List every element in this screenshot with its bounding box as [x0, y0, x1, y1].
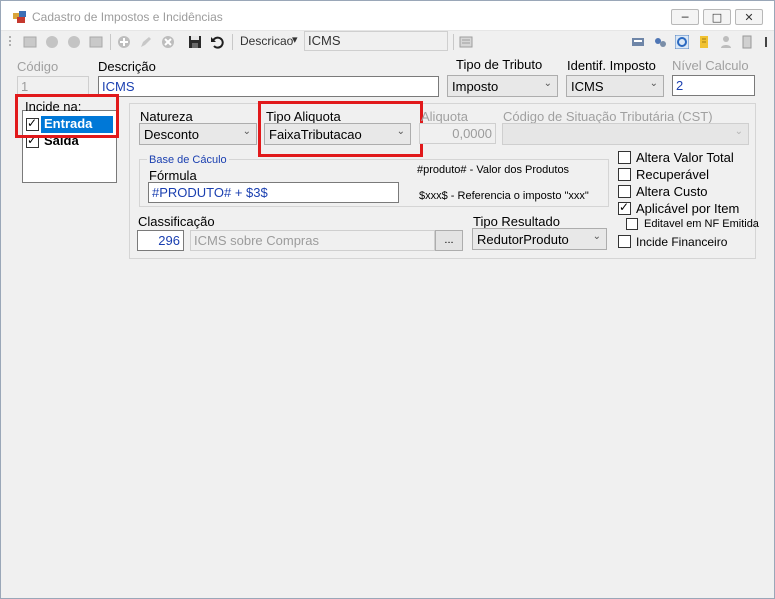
formula-input[interactable]: #PRODUTO# + $3$ [148, 182, 399, 203]
aliquota-field[interactable]: 0,0000 [419, 123, 496, 144]
save-icon[interactable] [188, 35, 202, 49]
classificacao-code-field[interactable]: 296 [137, 230, 184, 251]
tipo-resultado-label: Tipo Resultado [473, 214, 560, 229]
search-input[interactable]: ICMS [304, 31, 448, 51]
altera-valor-total-label[interactable]: Altera Valor Total [636, 150, 734, 165]
settings-icon[interactable] [653, 35, 667, 49]
natureza-select[interactable]: Desconto ⌄ [139, 123, 257, 145]
app-icon [13, 11, 26, 23]
natureza-label: Natureza [140, 109, 193, 124]
chevron-down-icon: ⌄ [734, 126, 743, 137]
aliquota-label: Aliquota [421, 109, 468, 124]
codigo-label: Código [17, 59, 59, 74]
close-button[interactable]: ✕ [735, 9, 763, 25]
editavel-nf-emitida-checkbox[interactable] [626, 218, 638, 230]
classificacao-description-field: ICMS sobre Compras [190, 230, 435, 251]
chevron-down-icon: ⌄ [242, 126, 251, 137]
report-icon[interactable] [631, 35, 645, 49]
minimize-button[interactable]: ─ [671, 9, 699, 25]
altera-custo-label[interactable]: Altera Custo [636, 184, 708, 199]
toolbar-separator [110, 34, 111, 50]
altera-custo-checkbox[interactable] [618, 185, 631, 198]
title-bar: Cadastro de Impostos e Incidências ─ □ ✕ [1, 1, 774, 31]
user-icon[interactable] [719, 35, 733, 49]
nivel-calculo-label: Nível Calculo [672, 58, 749, 73]
last-record-icon[interactable] [89, 35, 103, 49]
aplicavel-por-item-checkbox[interactable] [618, 200, 631, 215]
exit-icon[interactable] [741, 35, 755, 49]
cst-select[interactable]: ⌄ [502, 123, 749, 145]
toolbar-separator [232, 34, 233, 50]
tipo-tributo-select[interactable]: Imposto ⌄ [447, 75, 558, 97]
grip-icon [9, 36, 11, 46]
find-icon[interactable] [459, 35, 473, 49]
tipo-tributo-label: Tipo de Tributo [456, 57, 543, 72]
altera-valor-total-checkbox[interactable] [618, 151, 631, 164]
window-title: Cadastro de Impostos e Incidências [32, 10, 223, 24]
tipo-resultado-value: RedutorProduto [477, 232, 569, 247]
chevron-down-icon[interactable]: ▾ [292, 33, 298, 46]
edit-icon[interactable] [139, 35, 153, 49]
incide-financeiro-checkbox[interactable] [618, 235, 631, 248]
descricao-label: Descrição [98, 59, 156, 74]
add-icon[interactable] [117, 35, 131, 49]
note-icon[interactable] [697, 35, 711, 49]
main-window: Cadastro de Impostos e Incidências ─ □ ✕… [0, 0, 775, 599]
previous-record-icon[interactable] [45, 35, 59, 49]
chevron-down-icon: ⌄ [592, 231, 601, 242]
incide-financeiro-label[interactable]: Incide Financeiro [636, 235, 727, 249]
identif-imposto-value: ICMS [571, 79, 604, 94]
formula-hint-produto: #produto# - Valor dos Produtos [417, 164, 570, 176]
classificacao-browse-button[interactable]: ... [435, 230, 463, 251]
descricao-field[interactable]: ICMS [98, 76, 439, 97]
identif-imposto-select[interactable]: ICMS ⌄ [566, 75, 664, 97]
identif-imposto-label: Identif. Imposto [567, 58, 656, 73]
formula-label: Fórmula [149, 168, 197, 183]
delete-icon[interactable] [161, 35, 175, 49]
chevron-down-icon: ⌄ [543, 78, 552, 89]
maximize-button[interactable]: □ [703, 9, 731, 25]
recuperavel-checkbox[interactable] [618, 168, 631, 181]
highlight-box-tipo-aliquota [258, 101, 423, 157]
toolbar-separator [453, 34, 454, 50]
formula-hint-imposto: $xxx$ - Referencia o imposto "xxx" [419, 190, 589, 202]
aplicavel-por-item-label[interactable]: Aplicável por Item [636, 201, 739, 216]
base-calculo-group-label: Base de Cáculo [147, 154, 229, 166]
tipo-tributo-value: Imposto [452, 79, 499, 94]
highlight-box-incide [15, 94, 119, 138]
overflow-icon[interactable] [761, 35, 771, 49]
search-field-label: Descricao [240, 34, 294, 48]
refresh-icon[interactable] [675, 35, 689, 49]
classificacao-label: Classificação [138, 214, 215, 229]
first-record-icon[interactable] [23, 35, 37, 49]
tipo-resultado-select[interactable]: RedutorProduto ⌄ [472, 228, 607, 250]
cst-label: Código de Situação Tributária (CST) [503, 109, 713, 124]
editavel-nf-emitida-label[interactable]: Editavel em NF Emitida [644, 218, 759, 230]
next-record-icon[interactable] [67, 35, 81, 49]
recuperavel-label[interactable]: Recuperável [636, 167, 709, 182]
undo-icon[interactable] [210, 35, 224, 49]
natureza-value: Desconto [144, 127, 199, 142]
chevron-down-icon: ⌄ [649, 78, 658, 89]
nivel-calculo-field[interactable]: 2 [672, 75, 755, 96]
